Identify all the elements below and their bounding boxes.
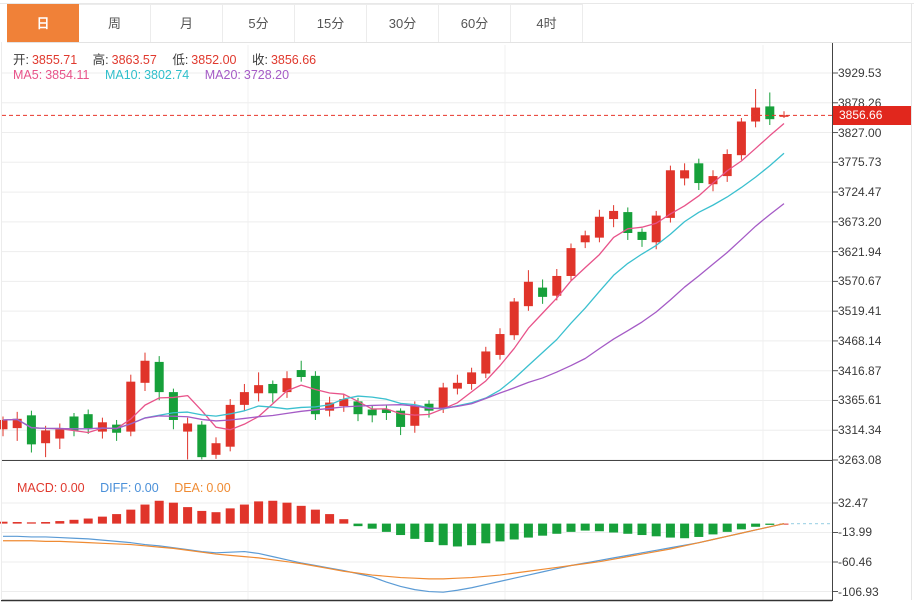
ohlc-readout: 开:3855.71 高:3863.57 低:3852.00 收:3856.66 <box>13 49 319 68</box>
macd-axis-label: -106.93 <box>838 585 879 599</box>
macd-readout: MACD:0.00 DIFF:0.00 DEA:0.00 <box>17 481 234 495</box>
tab-monthly[interactable]: 月 <box>151 4 223 42</box>
close-label: 收: <box>252 53 268 67</box>
kline-chart-widget: 日周月5分15分30分60分4时 开:3855.71 高:3863.57 低:3… <box>0 0 914 607</box>
macd-axis-label: -60.46 <box>838 555 872 569</box>
diff-label: DIFF: <box>100 481 131 495</box>
ma10-label: MA10: <box>105 68 141 82</box>
low-value: 3852.00 <box>191 53 236 67</box>
macd-axis: 32.47 -13.99 -60.46 -106.93 <box>832 0 914 607</box>
macd-label: MACD: <box>17 481 57 495</box>
tab-30min[interactable]: 30分 <box>367 4 439 42</box>
ma5-value: 3854.11 <box>45 68 89 82</box>
open-label: 开: <box>13 53 29 67</box>
tab-4hour[interactable]: 4时 <box>511 4 583 42</box>
ma10-value: 3802.74 <box>144 68 189 82</box>
dea-value: 0.00 <box>206 481 230 495</box>
diff-value: 0.00 <box>134 481 158 495</box>
tab-weekly[interactable]: 周 <box>79 4 151 42</box>
period-tabbar: 日周月5分15分30分60分4时 <box>7 4 911 43</box>
ma20-value: 3728.20 <box>244 68 289 82</box>
tab-daily[interactable]: 日 <box>7 4 79 42</box>
high-label: 高: <box>93 53 109 67</box>
ma20-label: MA20: <box>205 68 241 82</box>
tab-60min[interactable]: 60分 <box>439 4 511 42</box>
macd-axis-label: 32.47 <box>838 496 868 510</box>
tab-5min[interactable]: 5分 <box>223 4 295 42</box>
ma5-label: MA5: <box>13 68 42 82</box>
chart-canvas[interactable] <box>0 0 914 607</box>
high-value: 3863.57 <box>112 53 157 67</box>
ma-readout: MA5:3854.11 MA10:3802.74 MA20:3728.20 <box>13 68 292 82</box>
tab-15min[interactable]: 15分 <box>295 4 367 42</box>
open-value: 3855.71 <box>32 53 77 67</box>
low-label: 低: <box>172 53 188 67</box>
macd-axis-label: -13.99 <box>838 525 872 539</box>
dea-label: DEA: <box>174 481 203 495</box>
macd-value: 0.00 <box>60 481 84 495</box>
close-value: 3856.66 <box>271 53 316 67</box>
current-price-tag: 3856.66 <box>833 106 911 125</box>
